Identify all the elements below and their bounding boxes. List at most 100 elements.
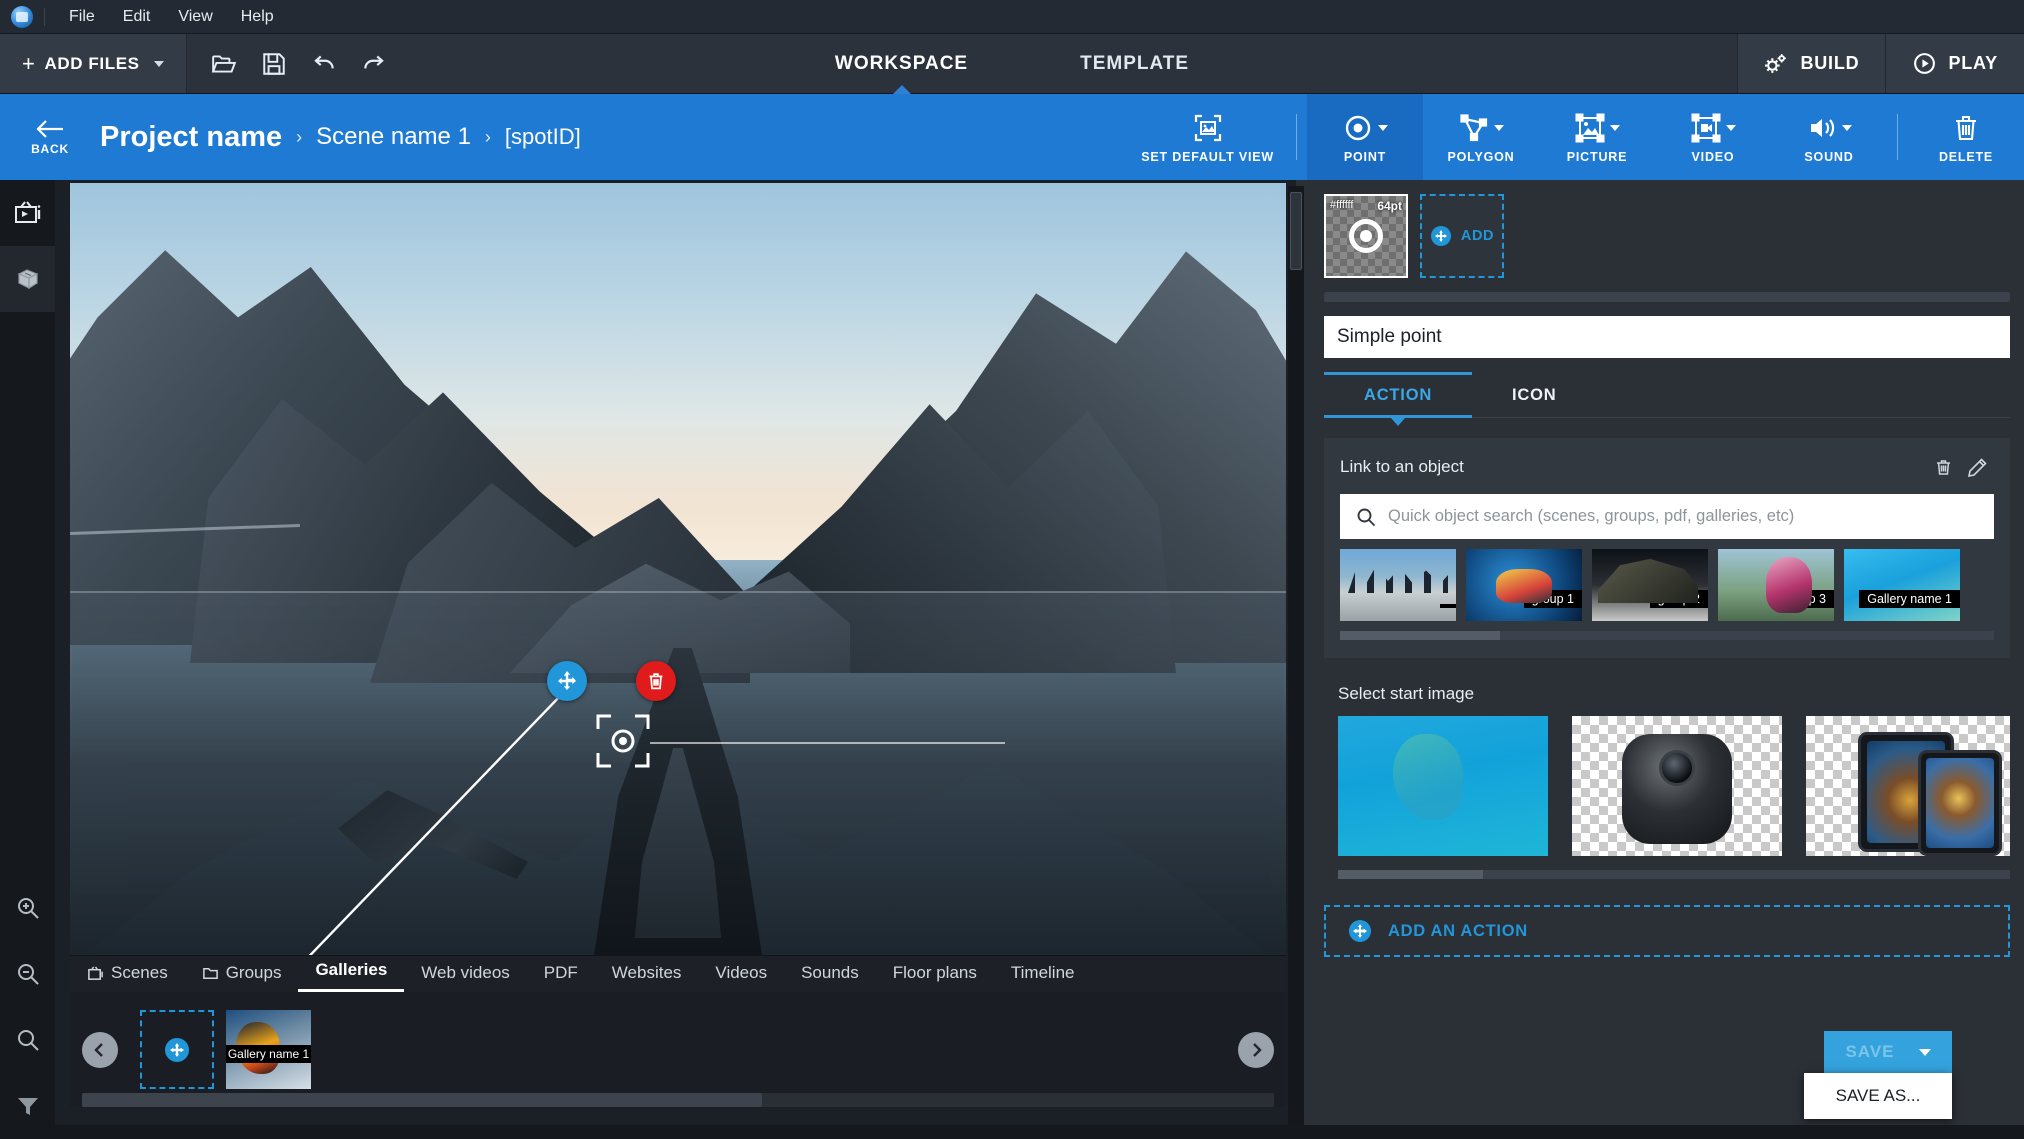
- undo-button[interactable]: [303, 43, 345, 85]
- chevron-down-icon[interactable]: [1378, 124, 1388, 131]
- add-files-button[interactable]: + ADD FILES: [0, 34, 187, 93]
- save-button[interactable]: SAVE: [1824, 1031, 1952, 1073]
- icon-preview-card[interactable]: #ffffff 64pt: [1324, 194, 1408, 278]
- tool-video[interactable]: VIDEO: [1655, 94, 1771, 180]
- zoom-in-button[interactable]: [0, 875, 55, 941]
- tab-videos[interactable]: Videos: [698, 957, 784, 992]
- zoom-in-icon: [17, 898, 39, 919]
- build-button[interactable]: BUILD: [1737, 34, 1886, 93]
- scene-canvas[interactable]: [70, 183, 1286, 968]
- scrollbar-thumb[interactable]: [1338, 870, 1483, 879]
- save-control: SAVE SAVE AS...: [1804, 1031, 1952, 1119]
- save-as-menu-item[interactable]: SAVE AS...: [1804, 1073, 1952, 1119]
- tab-pdf[interactable]: PDF: [527, 957, 595, 992]
- breadcrumb-project[interactable]: Project name: [100, 121, 282, 154]
- chevron-down-icon[interactable]: [1494, 124, 1504, 131]
- tool-picture[interactable]: PICTURE: [1539, 94, 1655, 180]
- open-folder-button[interactable]: [203, 43, 245, 85]
- gallery-add-button[interactable]: [140, 1010, 214, 1089]
- start-image-thumb[interactable]: [1806, 716, 2010, 856]
- menu-view[interactable]: View: [164, 4, 226, 30]
- search-button[interactable]: [0, 1007, 55, 1073]
- strip-prev-button[interactable]: [82, 1031, 118, 1068]
- chevron-down-icon[interactable]: [1918, 1048, 1931, 1056]
- scrollbar-thumb[interactable]: [1340, 631, 1500, 640]
- icon-row-scrollbar[interactable]: [1324, 292, 2010, 302]
- chevron-down-icon[interactable]: [1726, 124, 1736, 131]
- search-icon: [17, 1030, 39, 1051]
- point-marker-icon[interactable]: [595, 713, 651, 769]
- tool-sound[interactable]: SOUND: [1771, 94, 1887, 180]
- tab-galleries-label: Galleries: [315, 960, 388, 979]
- redo-button[interactable]: [353, 43, 395, 85]
- tab-web-videos[interactable]: Web videos: [404, 957, 527, 992]
- play-button[interactable]: PLAY: [1885, 34, 2024, 93]
- menu-help[interactable]: Help: [227, 4, 288, 30]
- start-image-scrollbar[interactable]: [1338, 870, 2010, 879]
- delete-button[interactable]: DELETE: [1908, 94, 2024, 180]
- object-thumb[interactable]: Gallery name 1: [1844, 549, 1960, 621]
- tab-scenes[interactable]: Scenes: [70, 957, 185, 992]
- set-default-view-label: SET DEFAULT VIEW: [1141, 149, 1274, 164]
- back-label: BACK: [31, 142, 69, 156]
- tool-point[interactable]: POINT: [1307, 94, 1423, 180]
- tab-websites-label: Websites: [611, 963, 682, 982]
- object-thumb[interactable]: group 3: [1718, 549, 1834, 621]
- object-thumb-label: group 3: [1775, 590, 1834, 608]
- menu-divider: [44, 7, 45, 26]
- rail-library-button[interactable]: [0, 246, 55, 312]
- set-default-view-button[interactable]: SET DEFAULT VIEW: [1129, 94, 1286, 180]
- tab-timeline[interactable]: Timeline: [994, 957, 1092, 992]
- menu-edit[interactable]: Edit: [109, 4, 165, 30]
- add-icon-button[interactable]: ADD: [1420, 194, 1504, 278]
- hotspot-delete-handle[interactable]: [636, 661, 676, 701]
- tab-sounds[interactable]: Sounds: [784, 957, 876, 992]
- menu-file[interactable]: File: [55, 4, 109, 30]
- scrollbar-thumb[interactable]: [82, 1093, 762, 1107]
- plus-circle-icon: [1349, 920, 1371, 942]
- tab-workspace[interactable]: WORKSPACE: [829, 53, 974, 75]
- panel-vertical-scrollbar[interactable]: [1288, 186, 1304, 1133]
- plus-circle-icon: [165, 1037, 189, 1062]
- strip-next-button[interactable]: [1238, 1031, 1274, 1068]
- tab-floor-plans[interactable]: Floor plans: [876, 957, 994, 992]
- object-row-scrollbar[interactable]: [1340, 631, 1994, 640]
- chevron-down-icon[interactable]: [1610, 124, 1620, 131]
- tool-polygon[interactable]: POLYGON: [1423, 94, 1539, 180]
- panel-scrollbar-thumb[interactable]: [1290, 192, 1302, 270]
- object-search-input[interactable]: [1388, 507, 1978, 526]
- link-delete-button[interactable]: [1926, 452, 1960, 482]
- start-image-thumb[interactable]: [1338, 716, 1548, 856]
- play-icon: [1914, 53, 1936, 74]
- tab-groups[interactable]: Groups: [185, 957, 299, 992]
- tab-websites[interactable]: Websites: [595, 957, 699, 992]
- breadcrumb-scene[interactable]: Scene name 1: [316, 123, 471, 151]
- gallery-item-thumb[interactable]: Gallery name 1: [226, 1010, 311, 1089]
- tab-galleries[interactable]: Galleries: [298, 954, 405, 992]
- gallery-item-label: Gallery name 1: [226, 1045, 311, 1063]
- link-edit-button[interactable]: [1960, 452, 1994, 482]
- point-icon: [1349, 219, 1383, 253]
- back-button[interactable]: BACK: [0, 94, 100, 180]
- chevron-down-icon[interactable]: [1842, 124, 1852, 131]
- rail-media-button[interactable]: [0, 180, 55, 246]
- start-image-thumb[interactable]: [1572, 716, 1782, 856]
- app-root: File Edit View Help + ADD FILES WORKSPAC…: [0, 0, 2024, 1139]
- tab-template[interactable]: TEMPLATE: [1074, 53, 1195, 75]
- breadcrumb-spot[interactable]: [spotID]: [505, 124, 581, 150]
- hotspot-move-handle[interactable]: [547, 661, 587, 701]
- zoom-out-button[interactable]: [0, 941, 55, 1007]
- tab-icon[interactable]: ICON: [1472, 376, 1596, 417]
- gallery-horizontal-scrollbar[interactable]: [82, 1093, 1274, 1107]
- tab-action[interactable]: ACTION: [1324, 372, 1473, 426]
- point-name-input[interactable]: [1324, 316, 2010, 358]
- object-search-box[interactable]: [1340, 494, 1994, 539]
- add-icon-label: ADD: [1460, 228, 1495, 244]
- chevron-left-icon: [94, 1042, 103, 1057]
- add-an-action-button[interactable]: ADD AN ACTION: [1324, 905, 2010, 957]
- object-thumb[interactable]: [1340, 549, 1456, 621]
- save-disk-button[interactable]: [253, 43, 295, 85]
- object-thumb[interactable]: group 1: [1466, 549, 1582, 621]
- object-thumb-label: group 2: [1649, 590, 1708, 608]
- object-thumb[interactable]: group 2: [1592, 549, 1708, 621]
